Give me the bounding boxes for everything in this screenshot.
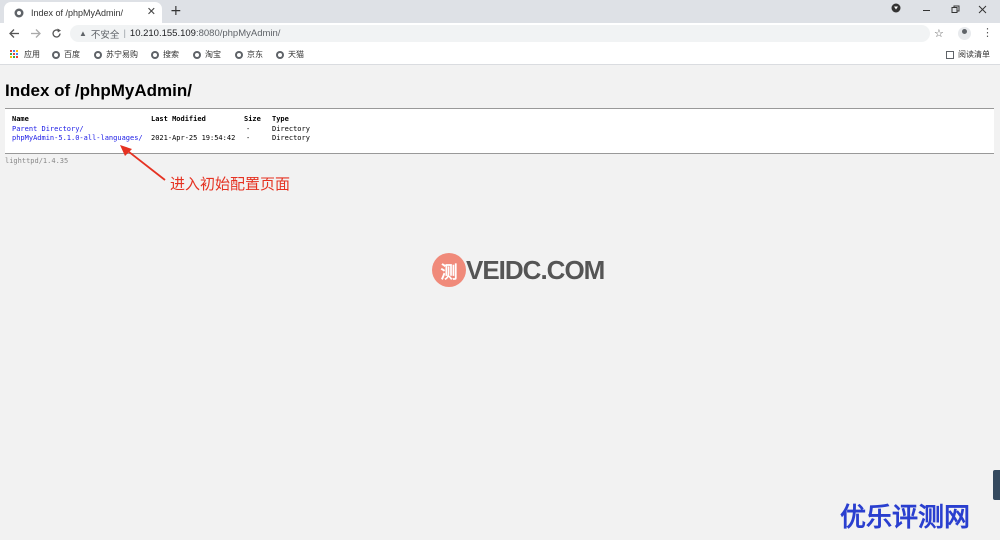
column-header-type[interactable]: Type	[272, 115, 289, 123]
bookmark-tmall[interactable]: 天猫	[276, 49, 304, 60]
tab-close-icon[interactable]: ✕	[147, 6, 156, 18]
bookmark-label: 应用	[24, 50, 40, 59]
reload-icon[interactable]	[51, 28, 62, 39]
media-control-icon[interactable]	[891, 3, 901, 13]
bookmark-suning[interactable]: 苏宁易购	[94, 49, 138, 60]
globe-icon	[52, 50, 60, 59]
page-title: Index of /phpMyAdmin/	[5, 81, 192, 100]
bookmark-jd[interactable]: 京东	[235, 49, 263, 60]
globe-icon	[235, 50, 243, 59]
side-tab-handle[interactable]	[993, 470, 1000, 500]
phpmyadmin-directory-link[interactable]: phpMyAdmin-5.1.0-all-languages/	[12, 134, 143, 142]
security-label[interactable]: 不安全	[91, 27, 120, 41]
url-path: :8080/phpMyAdmin/	[195, 28, 281, 39]
bookmarks-bar: 应用 百度 苏宁易购 搜索 淘宝 京东 天猫 阅读清单	[0, 44, 1000, 65]
bookmark-label: 天猫	[288, 50, 304, 59]
browser-toolbar: ▲ 不安全 | 10.210.155.109 :8080/phpMyAdmin/…	[0, 23, 1000, 44]
row-modified: 2021-Apr-25 19:54:42	[151, 134, 236, 142]
globe-icon	[94, 50, 102, 59]
server-signature: lighttpd/1.4.35	[5, 157, 69, 165]
globe-icon	[193, 50, 201, 59]
reading-list-icon	[946, 50, 954, 59]
reading-list-button[interactable]: 阅读清单	[946, 49, 990, 60]
kebab-menu-icon[interactable]: ⋮	[982, 26, 993, 39]
globe-icon	[276, 50, 284, 59]
brand-watermark: 优乐评测网	[840, 503, 971, 533]
row-size: -	[246, 125, 251, 133]
bookmark-label: 苏宁易购	[106, 50, 138, 59]
globe-icon	[151, 50, 159, 59]
annotation-label: 进入初始配置页面	[170, 175, 291, 193]
address-bar[interactable]: ▲ 不安全 | 10.210.155.109 :8080/phpMyAdmin/	[70, 25, 930, 42]
watermark-text: VEIDC.COM	[466, 255, 605, 285]
warning-icon[interactable]: ▲	[79, 29, 87, 38]
row-size: -	[246, 134, 251, 142]
bookmark-label: 淘宝	[205, 50, 221, 59]
new-tab-button[interactable]: +	[170, 3, 182, 19]
bookmark-baidu[interactable]: 百度	[52, 49, 80, 60]
browser-tab[interactable]: Index of /phpMyAdmin/ ✕	[4, 2, 162, 23]
reading-list-label: 阅读清单	[958, 50, 990, 59]
page-content: Index of /phpMyAdmin/ Name Last Modified…	[0, 65, 1000, 540]
forward-arrow-icon[interactable]	[30, 28, 41, 39]
star-icon[interactable]: ☆	[934, 27, 944, 40]
minimize-icon[interactable]	[922, 6, 931, 15]
bookmark-label: 京东	[247, 50, 263, 59]
column-header-name[interactable]: Name	[12, 115, 29, 123]
apps-grid-icon	[10, 50, 19, 59]
bookmark-apps[interactable]: 应用	[10, 49, 40, 60]
profile-icon[interactable]	[958, 27, 971, 40]
back-arrow-icon[interactable]	[9, 28, 20, 39]
annotation-arrow-icon	[120, 145, 166, 181]
address-separator: |	[123, 28, 126, 39]
bookmark-search[interactable]: 搜索	[151, 49, 179, 60]
tab-strip: Index of /phpMyAdmin/ ✕ +	[0, 0, 1000, 23]
column-header-size[interactable]: Size	[244, 115, 261, 123]
tab-title: Index of /phpMyAdmin/	[31, 7, 124, 18]
globe-icon	[14, 8, 24, 17]
watermark-logo: 测	[432, 253, 466, 287]
row-type: Directory	[272, 125, 310, 133]
bookmark-label: 百度	[64, 50, 80, 59]
window-close-icon[interactable]	[978, 5, 987, 14]
bookmark-taobao[interactable]: 淘宝	[193, 49, 221, 60]
row-type: Directory	[272, 134, 310, 142]
parent-directory-link[interactable]: Parent Directory/	[12, 125, 84, 133]
url-host: 10.210.155.109	[129, 28, 196, 39]
column-header-modified[interactable]: Last Modified	[151, 115, 206, 123]
restore-icon[interactable]	[951, 5, 960, 14]
bookmark-label: 搜索	[163, 50, 179, 59]
